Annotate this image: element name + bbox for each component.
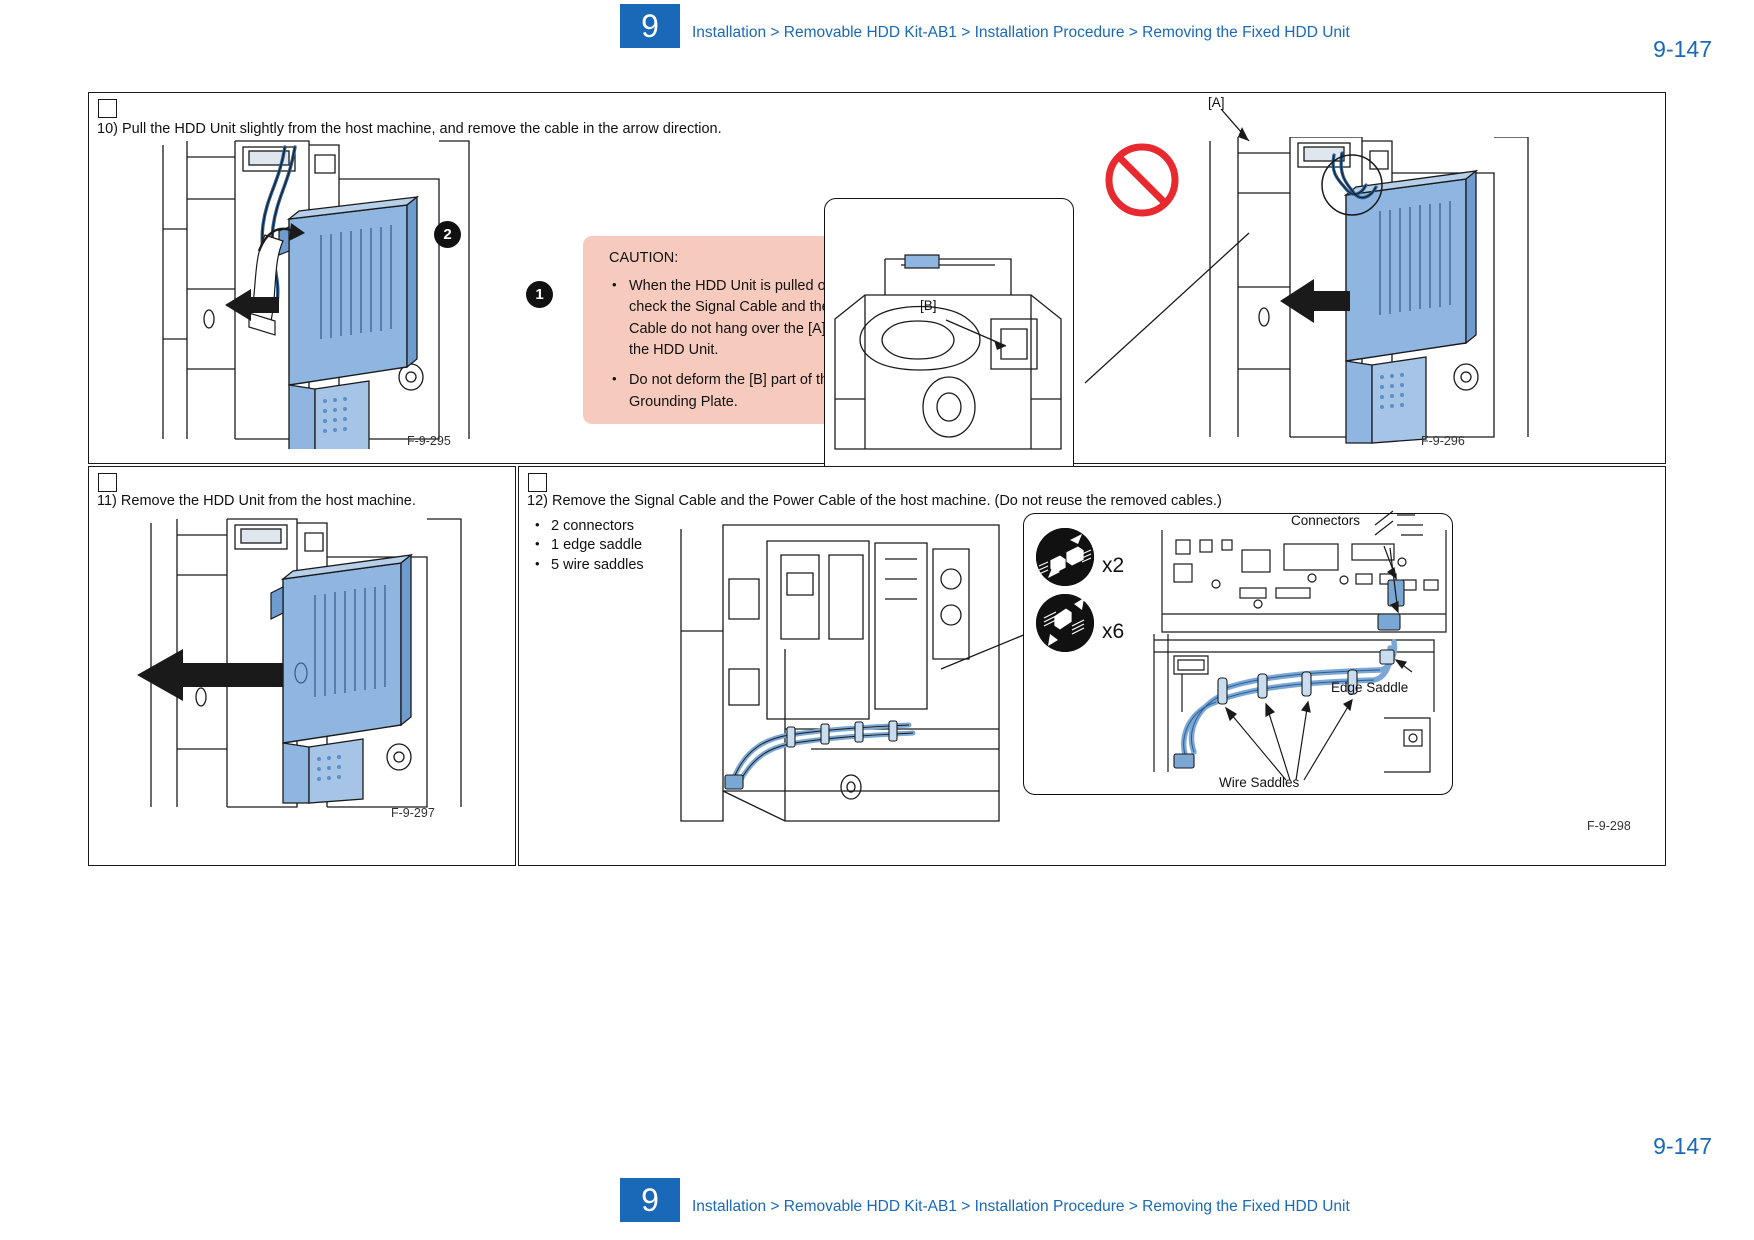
- panel-step-11: 11) Remove the HDD Unit from the host ma…: [88, 466, 516, 866]
- parts-list: 2 connectors 1 edge saddle 5 wire saddle…: [529, 516, 644, 575]
- step-checkbox-10[interactable]: [98, 99, 117, 118]
- breadcrumb-footer: Installation > Removable HDD Kit-AB1 > I…: [692, 1198, 1350, 1215]
- chapter-badge-footer: 9: [620, 1178, 680, 1222]
- connector-icon-circle: [1036, 528, 1094, 586]
- leader-line-a: [1084, 232, 1250, 384]
- figure-label-f-9-295: F-9-295: [407, 434, 451, 448]
- prohibition-icon: [1105, 143, 1179, 217]
- part-label-b: [B]: [920, 298, 937, 313]
- page-footer: 9-147 9 Installation > Removable HDD Kit…: [0, 1133, 1754, 1240]
- callout-1: 1: [526, 281, 553, 308]
- figure-label-f-9-296: F-9-296: [1421, 434, 1465, 448]
- page-number-bottom: 9-147: [1653, 1133, 1712, 1159]
- breadcrumb: Installation > Removable HDD Kit-AB1 > I…: [692, 24, 1350, 41]
- step-checkbox-12[interactable]: [528, 473, 547, 492]
- label-edge-saddle: Edge Saddle: [1331, 680, 1409, 695]
- step-text-12: 12) Remove the Signal Cable and the Powe…: [527, 493, 1222, 509]
- page-number-top: 9-147: [1653, 36, 1712, 62]
- detail-artwork: [1153, 530, 1447, 781]
- label-wire-saddles: Wire Saddles: [1219, 775, 1300, 790]
- wire-saddle-count-label: x6: [1102, 620, 1125, 643]
- connector-count-label: x2: [1102, 554, 1125, 577]
- detail-box-cables: x2 x6: [1023, 513, 1453, 795]
- illustration-f-9-297: [115, 517, 495, 817]
- parts-list-item-2: 5 wire saddles: [529, 555, 644, 575]
- step-text-11: 11) Remove the HDD Unit from the host ma…: [97, 493, 416, 509]
- hatch-decoration: [1374, 510, 1423, 536]
- leader-line-b: [945, 319, 1007, 350]
- leader-line-a-label: [1220, 108, 1250, 142]
- parts-list-item-0: 2 connectors: [529, 516, 644, 536]
- panel-step-10: 10) Pull the HDD Unit slightly from the …: [88, 92, 1666, 483]
- label-connectors: Connectors: [1291, 513, 1361, 528]
- figure-label-f-9-298: F-9-298: [1587, 819, 1631, 833]
- chapter-badge: 9: [620, 4, 680, 48]
- manual-page: 9 Installation > Removable HDD Kit-AB1 >…: [0, 0, 1754, 1240]
- step-text-10: 10) Pull the HDD Unit slightly from the …: [97, 121, 722, 137]
- panel-step-12: 12) Remove the Signal Cable and the Powe…: [518, 466, 1666, 866]
- callout-2: 2: [434, 221, 461, 248]
- wire-saddle-icon-circle: [1036, 594, 1094, 652]
- page-header: 9 Installation > Removable HDD Kit-AB1 >…: [0, 0, 1754, 70]
- figure-label-f-9-297: F-9-297: [391, 806, 435, 820]
- illustration-f-9-295: [139, 139, 519, 449]
- parts-list-item-1: 1 edge saddle: [529, 535, 644, 555]
- step-checkbox-11[interactable]: [98, 473, 117, 492]
